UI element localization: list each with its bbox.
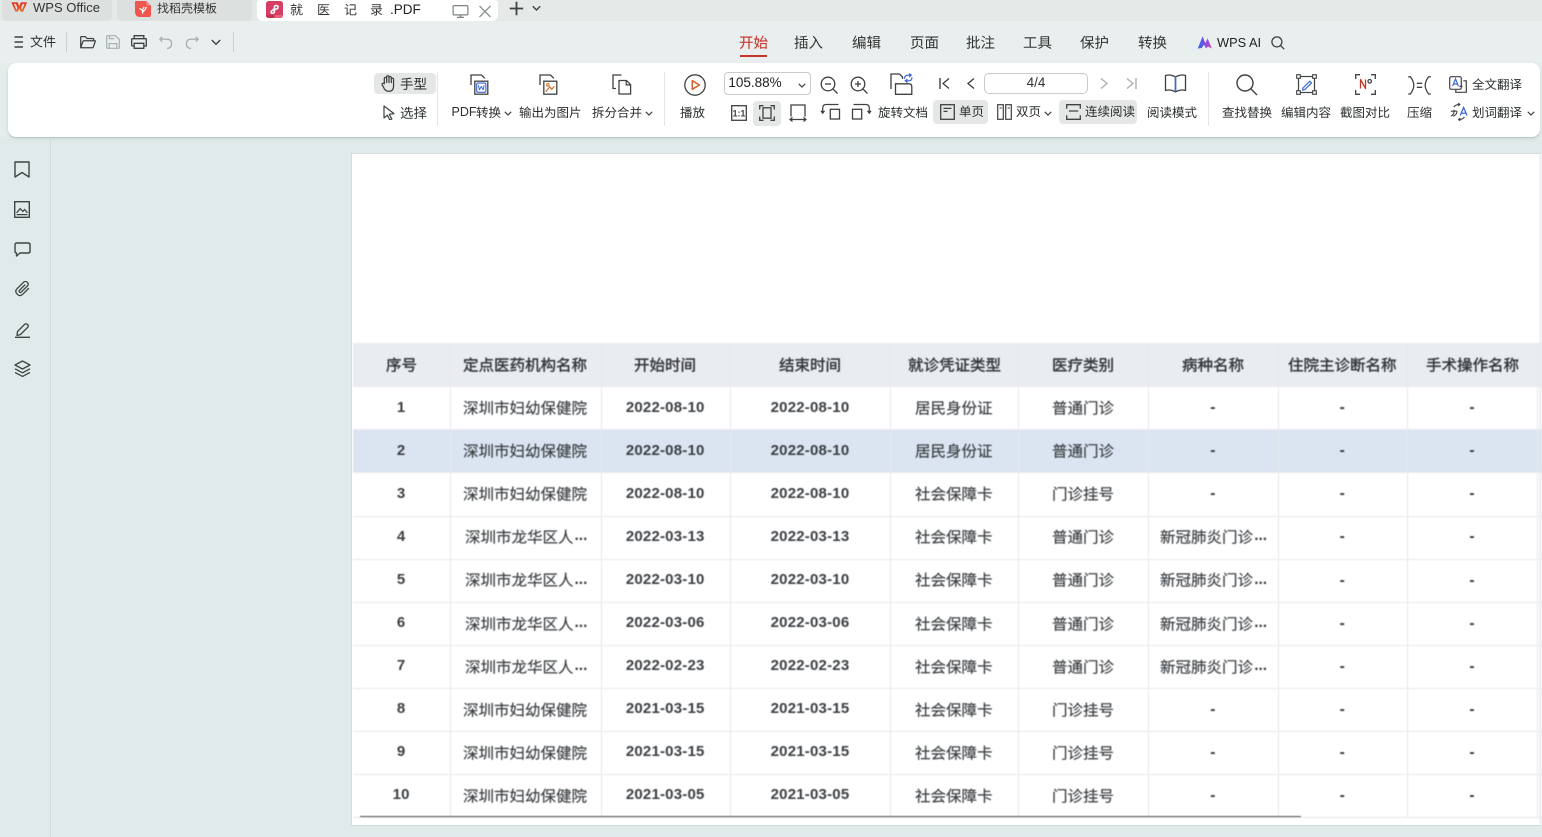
- svg-text:1:1: 1:1: [733, 108, 746, 118]
